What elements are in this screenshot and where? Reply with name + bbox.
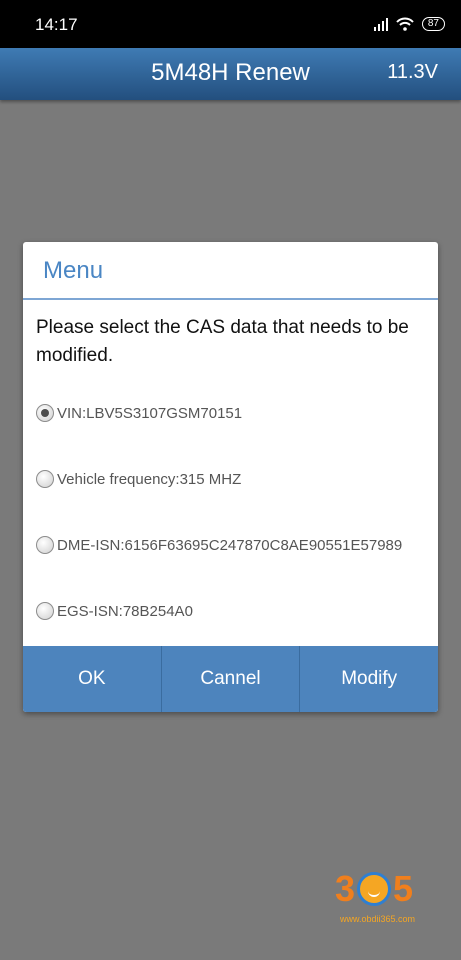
dialog-title: Menu [43, 257, 104, 284]
dialog-button-bar: OK Cannel Modify [23, 646, 438, 712]
signal-icon [373, 17, 388, 31]
option-label: Vehicle frequency:315 MHZ [57, 470, 242, 488]
dialog-message: Please select the CAS data that needs to… [36, 317, 409, 366]
smiley-face-icon [357, 872, 392, 906]
status-bar: 14:17 87 [0, 0, 461, 48]
logo-digits: 3 5 [335, 868, 413, 910]
status-time: 14:17 [35, 15, 78, 34]
modify-button[interactable]: Modify [300, 646, 438, 712]
dialog-divider [23, 298, 438, 300]
option-egs-isn[interactable]: EGS-ISN:78B254A0 [36, 600, 193, 622]
radio-button[interactable] [36, 470, 54, 488]
option-label: VIN:LBV5S3107GSM70151 [57, 404, 243, 422]
ok-button[interactable]: OK [23, 646, 162, 712]
status-icons: 87 [373, 15, 445, 33]
menu-dialog: Menu Please select the CAS data that nee… [23, 242, 438, 712]
option-vehicle-frequency[interactable]: Vehicle frequency:315 MHZ [36, 468, 241, 490]
wifi-icon [396, 17, 414, 31]
voltage-readout: 11.3V [387, 61, 438, 83]
logo-digit-5: 5 [393, 868, 414, 909]
app-header: 5M48H Renew 11.3V [0, 48, 461, 100]
watermark-url: www.obdii365.com [340, 914, 416, 924]
radio-button[interactable] [36, 536, 54, 554]
cancel-button[interactable]: Cannel [162, 646, 301, 712]
option-label: DME-ISN:6156F63695C247870C8AE90551E57989 [57, 536, 403, 554]
logo-digit-3: 3 [335, 868, 356, 909]
radio-button[interactable] [36, 602, 54, 620]
battery-icon: 87 [421, 17, 445, 31]
radio-button-selected[interactable] [36, 404, 54, 422]
watermark-logo: 3 5 www.obdii365.com [331, 850, 441, 930]
option-dme-isn[interactable]: DME-ISN:6156F63695C247870C8AE90551E57989 [36, 534, 402, 556]
option-vin[interactable]: VIN:LBV5S3107GSM70151 [36, 402, 242, 424]
option-label: EGS-ISN:78B254A0 [57, 602, 193, 620]
